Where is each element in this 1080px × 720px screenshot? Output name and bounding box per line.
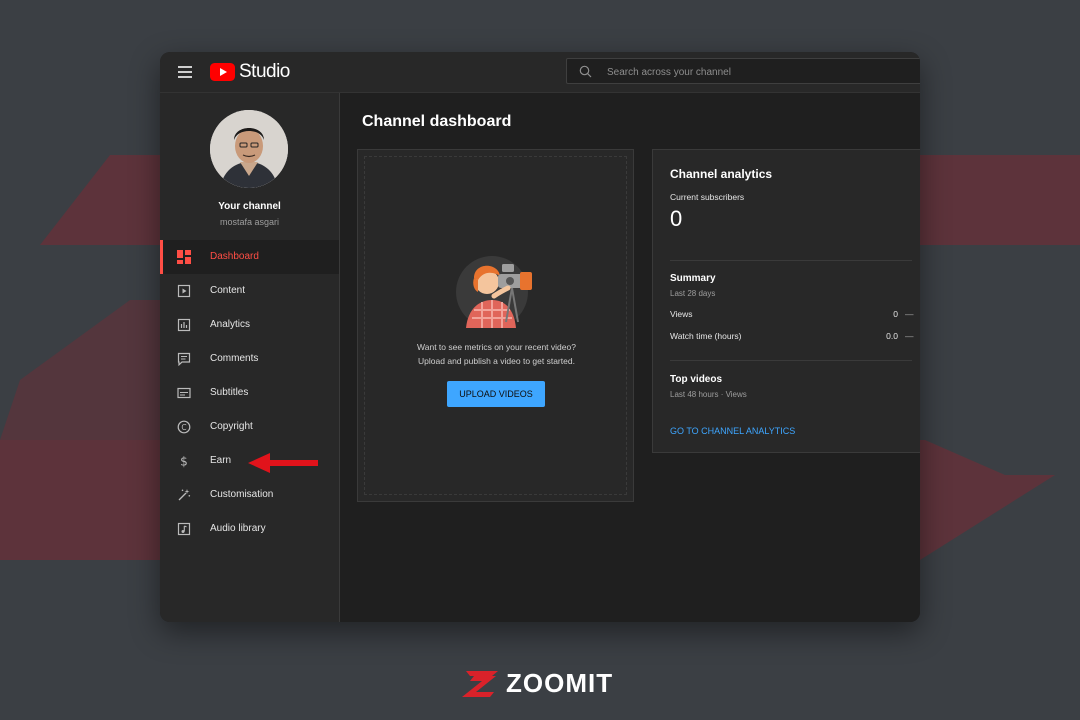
- sidebar-item-label: Copyright: [210, 421, 253, 432]
- zoomit-logo-icon: [462, 670, 498, 697]
- watch-time-value: 0.0: [886, 331, 898, 341]
- sidebar-item-label: Subtitles: [210, 387, 249, 398]
- sidebar-item-copyright[interactable]: C Copyright: [160, 410, 339, 444]
- svg-text:$: $: [180, 455, 188, 469]
- upload-prompt-line1: Want to see metrics on your recent video…: [417, 342, 576, 352]
- analytics-card-title: Channel analytics: [670, 167, 773, 181]
- page-title: Channel dashboard: [362, 113, 512, 130]
- sidebar-item-content[interactable]: Content: [160, 274, 339, 308]
- top-bar: Studio: [160, 52, 920, 93]
- divider: [670, 360, 912, 361]
- main-content: Channel dashboard Want to see metrics on: [340, 93, 920, 622]
- analytics-icon: [177, 318, 191, 332]
- channel-title: Your channel: [218, 201, 281, 212]
- sidebar-item-dashboard[interactable]: Dashboard: [160, 240, 339, 274]
- top-videos-period: Last 48 hours · Views: [670, 390, 747, 399]
- upload-videos-button[interactable]: UPLOAD VIDEOS: [447, 381, 545, 407]
- sidebar-item-label: Content: [210, 285, 246, 296]
- sidebar-item-audio-library[interactable]: Audio library: [160, 512, 339, 546]
- subscribers-label: Current subscribers: [670, 192, 745, 202]
- views-value: 0: [893, 309, 898, 319]
- app-title: Studio: [239, 61, 290, 82]
- subscribers-count: 0: [670, 206, 683, 231]
- youtube-studio-logo[interactable]: Studio: [210, 61, 290, 83]
- youtube-logo-icon: [210, 63, 235, 81]
- sidebar-item-label: Earn: [210, 455, 232, 466]
- copyright-icon: C: [177, 420, 191, 434]
- summary-title: Summary: [670, 273, 716, 284]
- content-icon: [177, 284, 191, 298]
- upload-prompt-text: Want to see metrics on your recent video…: [358, 340, 635, 368]
- upload-card: Want to see metrics on your recent video…: [357, 149, 634, 502]
- sidebar-nav: Dashboard Content Analytics Comments Sub…: [160, 240, 339, 546]
- search-box[interactable]: [566, 58, 920, 85]
- audio-library-icon: [177, 522, 191, 536]
- views-label: Views: [670, 309, 693, 319]
- camera-operator-illustration: [456, 256, 532, 328]
- avatar[interactable]: [210, 110, 288, 188]
- summary-period: Last 28 days: [670, 289, 716, 298]
- avatar-image: [210, 110, 288, 188]
- comments-icon: [177, 352, 191, 366]
- upload-prompt-line2: Upload and publish a video to get starte…: [418, 356, 575, 366]
- sidebar-item-label: Dashboard: [210, 251, 259, 262]
- search-input[interactable]: [605, 59, 909, 85]
- sidebar-item-comments[interactable]: Comments: [160, 342, 339, 376]
- sidebar-item-analytics[interactable]: Analytics: [160, 308, 339, 342]
- dashboard-icon: [177, 250, 191, 264]
- zoomit-brand: ZOOMIT: [506, 668, 614, 698]
- sidebar-item-label: Comments: [210, 353, 259, 364]
- go-to-channel-analytics-link[interactable]: GO TO CHANNEL ANALYTICS: [670, 426, 795, 436]
- divider: [670, 260, 912, 261]
- views-trend: —: [905, 309, 914, 319]
- top-videos-title: Top videos: [670, 374, 723, 385]
- sidebar-item-label: Audio library: [210, 523, 266, 534]
- sidebar: Your channel mostafa asgari Dashboard Co…: [160, 93, 340, 622]
- sidebar-item-label: Analytics: [210, 319, 251, 330]
- sidebar-item-label: Customisation: [210, 489, 274, 500]
- sidebar-item-subtitles[interactable]: Subtitles: [160, 376, 339, 410]
- studio-window: Studio Your channel mostafa asgari: [160, 52, 920, 622]
- search-icon: [579, 65, 592, 78]
- subtitles-icon: [177, 387, 191, 399]
- red-arrow-annotation: [248, 453, 318, 473]
- customisation-icon: [178, 489, 191, 501]
- watch-time-label: Watch time (hours): [670, 331, 742, 341]
- zoomit-watermark: ZOOMIT: [462, 668, 613, 699]
- svg-text:C: C: [181, 423, 186, 432]
- channel-analytics-card: Channel analytics Current subscribers 0 …: [652, 149, 920, 453]
- watch-time-trend: —: [905, 331, 914, 341]
- sidebar-item-customisation[interactable]: Customisation: [160, 478, 339, 512]
- earn-icon: $: [180, 455, 188, 469]
- menu-icon[interactable]: [178, 66, 192, 78]
- channel-name: mostafa asgari: [219, 217, 280, 227]
